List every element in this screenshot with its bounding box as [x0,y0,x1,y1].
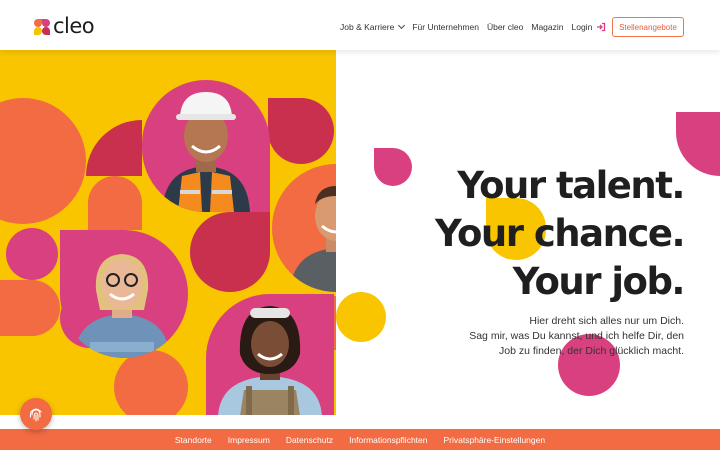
crimson-square-shape [190,212,270,292]
nav-item-fuer-unternehmen[interactable]: Für Unternehmen [412,22,479,32]
worker-photo-3 [60,230,188,358]
nav-item-ueber-cleo[interactable]: Über cleo [487,22,523,32]
orange-circle-shape [0,98,86,224]
footer-link-privatsphaere-einstellungen[interactable]: Privatsphäre-Einstellungen [444,435,546,445]
footer-link-datenschutz[interactable]: Datenschutz [286,435,333,445]
nav-label: Für Unternehmen [412,22,479,32]
headline-line-2: Your chance. [435,212,685,255]
nav-item-job-karriere[interactable]: Job & Karriere [340,21,406,32]
hero-collage [0,50,336,415]
nav-label: Login [571,22,593,32]
orange-circle-shape [114,350,188,415]
privacy-settings-button[interactable] [20,398,52,430]
pink-drop-shape [374,148,412,186]
logo-text: cleo [53,14,95,38]
footer-link-informationspflichten[interactable]: Informationspflichten [349,435,427,445]
nav-label: Job & Karriere [340,22,395,32]
worker-photo-2 [272,164,336,292]
subtext-line-1: Hier dreht sich alles nur um Dich. [529,315,684,327]
nav-item-login[interactable]: Login [572,22,607,32]
yellow-circle-shape [336,292,386,342]
cleo-logo[interactable]: cleo [34,14,95,38]
main-nav: Job & Karriere Für Unternehmen Über cleo… [340,21,614,32]
login-arrow-icon [597,22,606,32]
cleo-logo-mark-icon [34,18,50,35]
chevron-down-icon [398,21,406,30]
orange-halfcircle-shape [88,176,142,230]
headline-line-3: Your job. [512,260,686,303]
stellenangebote-button[interactable]: Stellenangebote [612,17,684,37]
nav-item-magazin[interactable]: Magazin [531,22,563,32]
orange-leaf-shape [0,280,60,336]
worker-photo-1 [142,80,270,212]
crimson-leaf-shape [268,98,334,164]
hero-subtext: Hier dreht sich alles nur um Dich. Sag m… [469,314,684,359]
hero-headline: Your talent. Your chance. Your job. [435,162,686,306]
crimson-leaf-shape [86,120,142,176]
pink-circle-shape [6,228,58,280]
site-header: cleo Job & Karriere Für Unternehmen Über… [0,0,720,50]
footer-link-impressum[interactable]: Impressum [228,435,270,445]
nav-label: Über cleo [486,22,524,32]
headline-line-1: Your talent. [457,164,685,207]
site-footer: Standorte Impressum Datenschutz Informat… [0,429,720,450]
worker-photo-4 [206,294,334,415]
fingerprint-icon [29,408,42,422]
nav-label: Magazin [531,22,564,32]
footer-link-standorte[interactable]: Standorte [175,435,212,445]
subtext-line-3: Job zu finden, der Dich glücklich macht. [498,345,684,357]
subtext-line-2: Sag mir, was Du kannst, und ich helfe Di… [469,330,684,342]
